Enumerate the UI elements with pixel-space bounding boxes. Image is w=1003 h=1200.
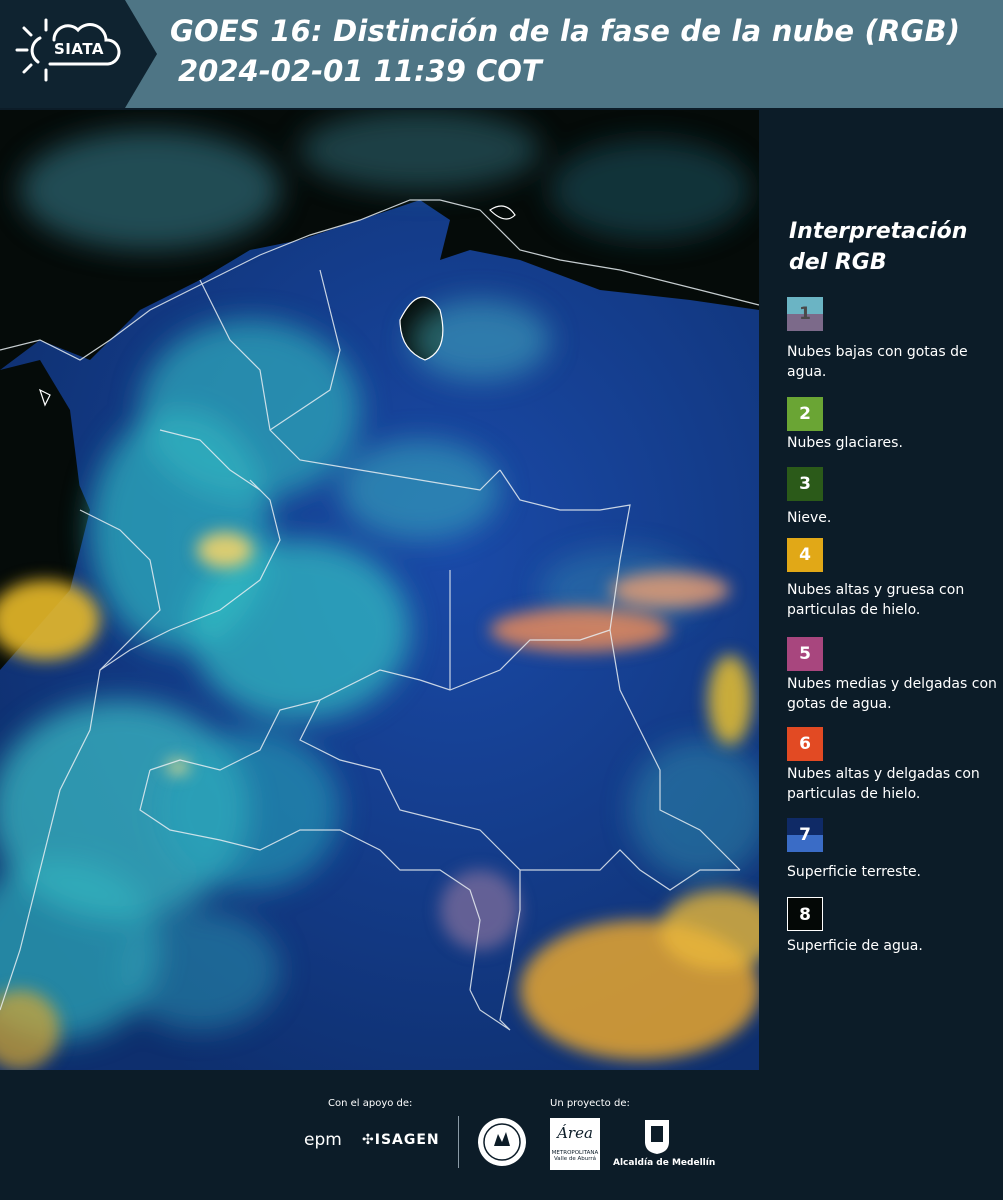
timestamp: 2024-02-01 11:39 COT — [178, 54, 542, 88]
legend-panel: Interpretación del RGB 1 Nubes bajas con … — [759, 110, 1003, 1070]
legend-swatch-5: 5 — [787, 637, 823, 671]
alcaldia-logo: Alcaldía de Medellín — [613, 1158, 716, 1168]
page-title: GOES 16: Distinción de la fase de la nub… — [170, 14, 961, 48]
legend-title-line1: Interpretación — [789, 219, 968, 244]
project-label: Un proyecto de: — [550, 1098, 630, 1109]
legend-label-2: Nubes glaciares. — [787, 435, 903, 451]
legend-label-7: Superficie terreste. — [787, 864, 922, 880]
legend-label-4: Nubes altas y gruesa con particulas de h… — [787, 582, 965, 618]
legend-label-6: Nubes altas y delgadas con particulas de… — [787, 766, 980, 802]
footer-divider — [458, 1116, 459, 1168]
area-logo-sub2: Valle de Aburrá — [553, 1156, 597, 1162]
isagen-text: ISAGEN — [374, 1132, 440, 1148]
legend-swatch-1: 1 — [787, 297, 823, 331]
legend-number: 8 — [799, 905, 811, 925]
legend-number: 7 — [799, 825, 811, 845]
legend-swatch-4: 4 — [787, 538, 823, 572]
legend-title-line2: del RGB — [789, 250, 887, 275]
legend-swatch-3: 3 — [787, 467, 823, 501]
legend-label-5: Nubes medias y delgadas con gotas de agu… — [787, 676, 997, 712]
area-logo-title: Área — [557, 1124, 593, 1142]
support-label: Con el apoyo de: — [328, 1098, 413, 1109]
legend-number: 6 — [799, 734, 811, 754]
siata-logo: SIATA — [0, 0, 125, 108]
isagen-logo: ✣ISAGEN — [362, 1132, 440, 1148]
legend-swatch-6: 6 — [787, 727, 823, 761]
satellite-map — [0, 110, 759, 1070]
legend-number: 2 — [799, 404, 811, 424]
legend-number: 4 — [799, 545, 811, 565]
header-bar: SIATA GOES 16: Distinción de la fase de … — [0, 0, 1003, 108]
isagen-icon: ✣ — [362, 1132, 375, 1148]
alcaldia-shield-icon — [645, 1120, 669, 1154]
legend-number: 1 — [799, 304, 811, 324]
legend-title: Interpretación del RGB — [789, 216, 967, 278]
header-arrow — [125, 0, 157, 108]
footer: Con el apoyo de: Un proyecto de: epm ✣IS… — [0, 1070, 1003, 1200]
legend-label-3: Nieve. — [787, 510, 832, 526]
legend-label-1: Nubes bajas con gotas de agua. — [787, 344, 968, 380]
legend-number: 5 — [799, 644, 811, 664]
legend-swatch-7: 7 — [787, 818, 823, 852]
logo-text: SIATA — [54, 40, 105, 58]
legend-label-8: Superficie de agua. — [787, 938, 923, 954]
legend-swatch-8: 8 — [787, 897, 823, 931]
legend-number: 3 — [799, 474, 811, 494]
area-metropolitana-logo: Área METROPOLITANA Valle de Aburrá — [550, 1118, 600, 1170]
seal-icon — [478, 1118, 526, 1166]
legend-swatch-2: 2 — [787, 397, 823, 431]
epm-logo: epm — [304, 1130, 342, 1150]
